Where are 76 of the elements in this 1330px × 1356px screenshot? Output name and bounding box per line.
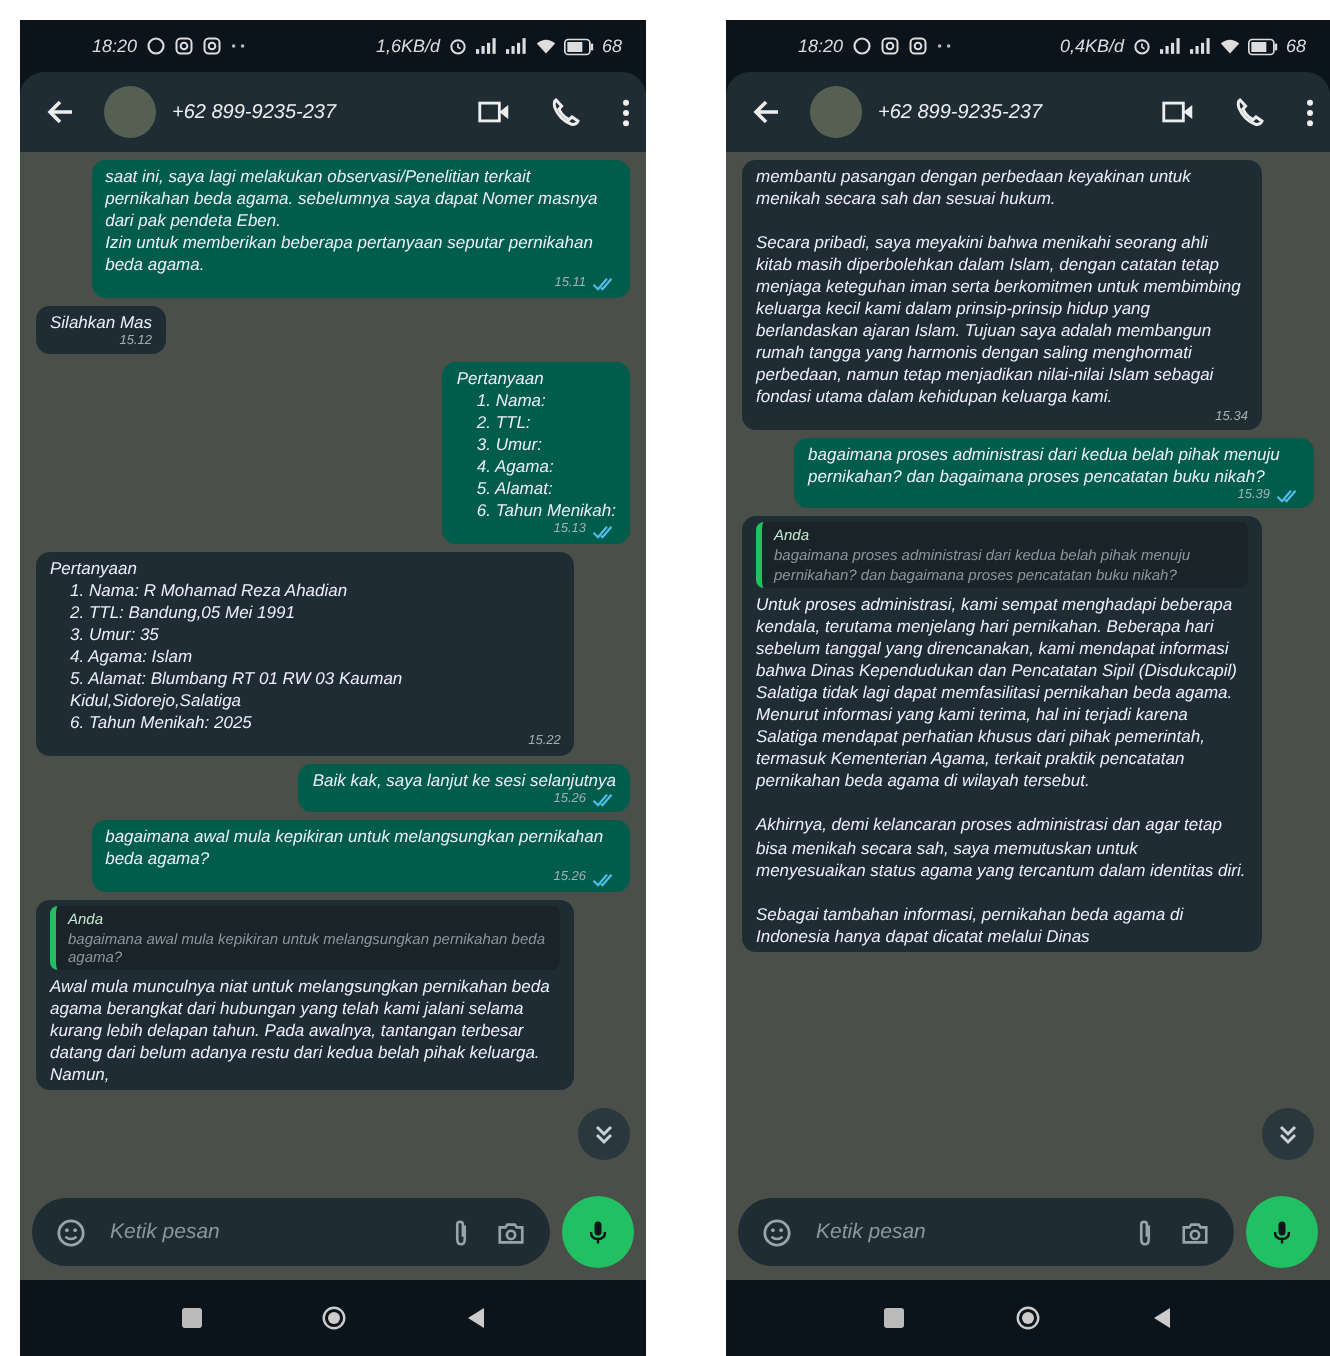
camera-icon[interactable] bbox=[1180, 1217, 1210, 1247]
sticker-icon[interactable] bbox=[56, 1217, 86, 1247]
battery-icon bbox=[563, 37, 594, 55]
list-item-text: 2. TTL: Bandung,05 Mei 1991 bbox=[68, 602, 297, 625]
status-time: 18:20 bbox=[798, 36, 844, 56]
camera-icon[interactable] bbox=[496, 1217, 526, 1247]
double-chevron-down-icon bbox=[592, 1122, 616, 1146]
wifi-icon bbox=[535, 36, 556, 56]
camera-icon bbox=[907, 36, 928, 56]
signal-icon bbox=[1189, 38, 1212, 54]
menu-icon[interactable] bbox=[1306, 97, 1314, 127]
signal-icon bbox=[475, 38, 498, 54]
voice-message-button[interactable] bbox=[562, 1196, 634, 1268]
message-input-field[interactable]: Ketik pesan bbox=[812, 1218, 1110, 1246]
recent-apps-icon[interactable] bbox=[179, 1306, 203, 1330]
voice-message-button[interactable] bbox=[1246, 1196, 1318, 1268]
signal-icon bbox=[1159, 38, 1182, 54]
back-arrow-icon[interactable] bbox=[44, 96, 76, 128]
message-input-bar[interactable]: Ketik pesan bbox=[738, 1198, 1234, 1266]
message-text: saat ini, saya lagi melakukan observasi/Penelitian terkait pernikahan beda agama. sebelumnya saya dapat Nomer masnya dari pak pendeta Eben. Izin untuk memberikan beberapa pertanyaan seputar pernikahan beda agama. bbox=[105, 166, 600, 277]
home-icon[interactable] bbox=[321, 1306, 345, 1330]
message-text: bagaimana proses administrasi dari kedua belah pihak menuju pernikahan? dan bagaimana proses pencatatan buku nikah? bbox=[808, 443, 1282, 489]
back-icon[interactable] bbox=[1150, 1306, 1175, 1330]
scroll-down-button[interactable] bbox=[1262, 1108, 1314, 1160]
message-text: Untuk proses administrasi, kami sempat menghadapi beberapa kendala, terutama menjelang hari pernikahan. Beberapa hari sebelum tanggal yang direncanakan, kami mendapat informasi bahwa Dinas Kependudukan dan Pencatatan Sipil (Disdukcapil) Salatiga tidak lagi dapat memfasilitasi pernikahan beda agama. Menurut informasi yang kami terima, hal ini terjadi karena Salatiga mendapat perhatian khusus dari pihak pemerintah, termasuk Kementerian Agama, terkait praktik pencatatan pernikahan beda agama di wilayah tersebut. Akhirnya, demi kelancaran proses administrasi dan agar tetap bisa menikah secara sah, saya memutuskan untuk menyesuaikan status agama yang tercantum dalam identitas diri. Sebagai tambahan informasi, pernikahan beda agama di Indonesia hanya dapat dicatat melalui Dinas bbox=[756, 593, 1248, 948]
contact-name[interactable]: +62 899-9235-237 bbox=[172, 101, 337, 123]
message-text: Baik kak, saya lanjut ke sesi selanjutnya bbox=[312, 769, 616, 792]
sticker-icon[interactable] bbox=[762, 1217, 792, 1247]
message-input-field[interactable]: Ketik pesan bbox=[106, 1218, 426, 1246]
network-speed: 1,6KB/d bbox=[375, 36, 440, 56]
camera-icon bbox=[879, 36, 900, 56]
more-dots-icon bbox=[935, 42, 954, 50]
video-call-icon[interactable] bbox=[1162, 96, 1194, 128]
message-text: Silahkan Mas bbox=[50, 311, 153, 334]
scroll-down-button[interactable] bbox=[578, 1108, 630, 1160]
back-arrow-icon[interactable] bbox=[750, 96, 782, 128]
list-item-text: 3. Umur: 35 bbox=[68, 624, 161, 647]
network-speed: 0,4KB/d bbox=[1059, 36, 1124, 56]
message-heading: Pertanyaan bbox=[50, 557, 139, 580]
signal-icon bbox=[505, 38, 528, 54]
list-item-text: 4. Agama: Islam bbox=[68, 646, 195, 669]
battery-level: 68 bbox=[601, 36, 622, 56]
message-text: bagaimana awal mula kepikiran untuk melangsungkan pernikahan beda agama? bbox=[105, 826, 606, 871]
home-icon[interactable] bbox=[1015, 1306, 1040, 1330]
microphone-icon bbox=[1268, 1218, 1296, 1246]
menu-icon[interactable] bbox=[622, 97, 630, 127]
alarm-icon bbox=[1131, 36, 1152, 56]
message-text: membantu pasangan dengan perbedaan keyakinan untuk menikah secara sah dan sesuai hukum. Secara pribadi, saya meyakini bahwa menikahi seorang ahli kitab masih diperbolehkan dalam Islam, dengan catatan tetap menjaga keteguhan iman serta berkomitmen untuk membimbing keluarga kecil kami dalam prinsip-prinsip hidup yang berlandaskan ajaran Islam. Tujuan saya adalah membangun rumah tangga yang harmonis dengan saling menghormati perbedaan, namun tetap menjadikan nilai-nilai Islam sebagai fondasi utama dalam kehidupan keluarga kami. bbox=[756, 166, 1243, 410]
contact-name[interactable]: +62 899-9235-237 bbox=[878, 101, 1043, 123]
list-item-text: 3. Umur: bbox=[474, 434, 544, 457]
list-item-text: 5. Alamat: bbox=[474, 478, 555, 501]
status-time: 18:20 bbox=[92, 36, 138, 56]
list-item-text: 4. Agama: bbox=[474, 456, 556, 479]
message-text: Awal mula munculnya niat untuk melangsungkan pernikahan beda agama berangkat dari hubungan yang telah kami jalani selama kurang lebih delapan tahun. Pada awalnya, tantangan terbesar datang dari belum adanya restu dari kedua belah pihak keluarga. Namun, bbox=[50, 976, 552, 1087]
list-item-text: 1. Nama: R Mohamad Reza Ahadian bbox=[68, 579, 350, 603]
recent-apps-icon[interactable] bbox=[881, 1306, 906, 1330]
list-item-text: 6. Tahun Menikah: bbox=[474, 500, 616, 523]
more-dots-icon bbox=[229, 42, 248, 50]
phone-call-icon[interactable] bbox=[550, 96, 582, 128]
list-item-text: 1. Nama: bbox=[474, 390, 548, 413]
message-heading: Pertanyaan bbox=[456, 368, 546, 391]
camera-icon bbox=[173, 36, 194, 56]
list-item-text: 5. Alamat: Blumbang RT 01 RW 03 Kauman Kidul,Sidorejo,Salatiga bbox=[68, 668, 405, 713]
wifi-icon bbox=[1219, 36, 1240, 56]
alarm-icon bbox=[447, 36, 468, 56]
list-item-text: 2. TTL: bbox=[474, 412, 533, 435]
list-item-text: 6. Tahun Menikah: 2025 bbox=[68, 712, 254, 735]
back-icon[interactable] bbox=[463, 1306, 487, 1330]
camera-icon bbox=[201, 36, 222, 56]
double-chevron-down-icon bbox=[1276, 1122, 1300, 1146]
microphone-icon bbox=[584, 1218, 612, 1246]
message-input-bar[interactable]: Ketik pesan bbox=[32, 1198, 550, 1266]
battery-icon bbox=[1247, 37, 1278, 55]
video-call-icon[interactable] bbox=[478, 96, 510, 128]
phone-call-icon[interactable] bbox=[1234, 96, 1266, 128]
battery-level: 68 bbox=[1285, 36, 1306, 56]
